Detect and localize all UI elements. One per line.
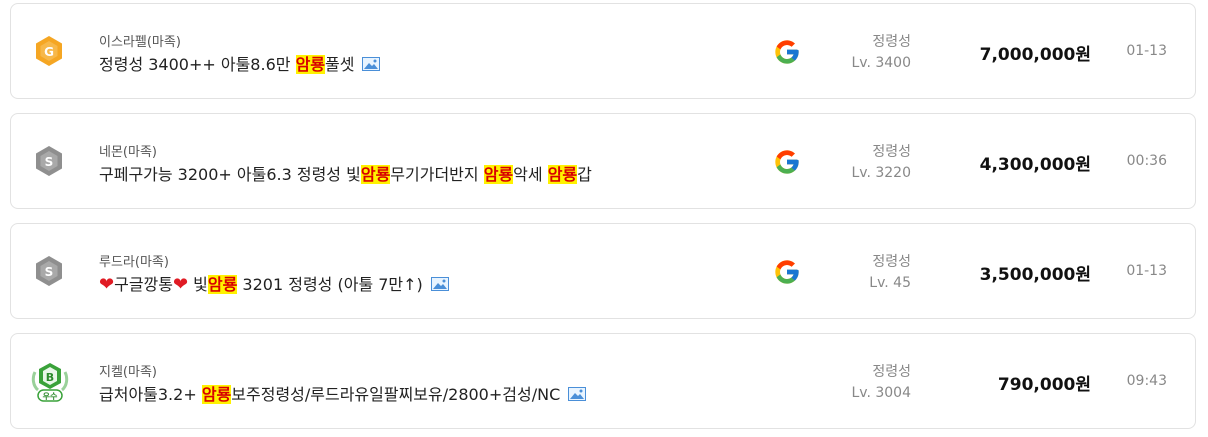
- title-highlight: 암룡: [360, 165, 391, 184]
- server-name: 루드라(마족): [99, 255, 169, 270]
- price: 4,300,000원: [979, 155, 1091, 175]
- badge-letter: S: [45, 155, 54, 169]
- heart-icon: ❤: [172, 274, 189, 295]
- image-attached-icon: [362, 56, 381, 71]
- listing-title[interactable]: 정령성 3400++ 아툴8.6만 암룡풀셋: [99, 51, 381, 75]
- title-text: 정령성 3400++ 아툴8.6만: [99, 55, 296, 74]
- character-level: Lv. 45: [869, 275, 911, 291]
- character-level: Lv. 3220: [851, 165, 911, 181]
- server-name: 이스라펠(마족): [99, 35, 181, 50]
- badge-letter: B: [46, 371, 54, 384]
- price: 7,000,000원: [979, 45, 1091, 65]
- listing-title[interactable]: ❤구글깡통❤ 빛암룡 3201 정령성 (아툴 7만↑): [99, 271, 449, 295]
- server-name: 지켈(마족): [99, 365, 157, 380]
- title-highlight: 암룡: [201, 385, 232, 404]
- title-highlight: 암룡: [547, 165, 578, 184]
- listing-card[interactable]: S 네몬(마족) 구페구가능 3200+ 아툴6.3 정령성 빛암룡무기가더반지…: [10, 113, 1196, 209]
- title-highlight: 암룡: [483, 165, 514, 184]
- character-level: Lv. 3004: [851, 385, 911, 401]
- image-attached-icon: [568, 386, 587, 401]
- title-text: 구글깡통: [114, 275, 173, 294]
- badge-label: 우수: [43, 392, 58, 401]
- character-class: 정령성: [872, 364, 911, 380]
- post-time: 01-13: [1126, 43, 1167, 59]
- title-text: 풀셋: [325, 55, 355, 74]
- title-text: 보주정령성/루드라유일팔찌보유/2800+검성/NC: [231, 385, 561, 404]
- title-highlight: 암룡: [207, 275, 238, 294]
- title-text: 악세: [513, 165, 548, 184]
- title-highlight: 암룡: [295, 55, 326, 74]
- title-text: 3201 정령성 (아툴 7만↑): [237, 275, 423, 294]
- heart-icon: ❤: [99, 274, 115, 295]
- post-time: 09:43: [1126, 373, 1167, 389]
- title-text: 급처아툴3.2+: [99, 385, 202, 404]
- price: 3,500,000원: [979, 265, 1091, 285]
- server-name: 네몬(마족): [99, 145, 157, 160]
- post-time: 00:36: [1126, 153, 1167, 169]
- post-time: 01-13: [1126, 263, 1167, 279]
- gold-grade-badge-icon: G: [31, 33, 67, 69]
- title-text: 무기가더반지: [390, 165, 484, 184]
- google-icon: [773, 38, 801, 66]
- silver-grade-badge-icon: S: [31, 253, 67, 289]
- character-class: 정령성: [872, 254, 911, 270]
- listing-card[interactable]: G 이스라펠(마족) 정령성 3400++ 아툴8.6만 암룡풀셋 정령성 Lv…: [10, 3, 1196, 99]
- green-excellent-badge-icon: B 우수: [31, 360, 69, 402]
- badge-letter: G: [44, 45, 54, 59]
- listing-list: G 이스라펠(마족) 정령성 3400++ 아툴8.6만 암룡풀셋 정령성 Lv…: [0, 0, 1208, 437]
- image-attached-icon: [430, 276, 449, 291]
- title-text: 갑: [577, 165, 592, 184]
- google-icon: [773, 148, 801, 176]
- price: 790,000원: [997, 375, 1091, 395]
- title-text: 구페구가능 3200+ 아툴6.3 정령성 빛: [99, 165, 361, 184]
- listing-title[interactable]: 구페구가능 3200+ 아툴6.3 정령성 빛암룡무기가더반지 암룡악세 암룡갑: [99, 161, 592, 185]
- listing-card[interactable]: B 우수 지켈(마족) 급처아툴3.2+ 암룡보주정령성/루드라유일팔찌보유/2…: [10, 333, 1196, 429]
- character-class: 정령성: [872, 34, 911, 50]
- google-icon: [773, 258, 801, 286]
- silver-grade-badge-icon: S: [31, 143, 67, 179]
- badge-letter: S: [45, 265, 54, 279]
- character-level: Lv. 3400: [851, 55, 911, 71]
- listing-card[interactable]: S 루드라(마족) ❤구글깡통❤ 빛암룡 3201 정령성 (아툴 7만↑) 정…: [10, 223, 1196, 319]
- title-text: 빛: [188, 275, 208, 294]
- listing-title[interactable]: 급처아툴3.2+ 암룡보주정령성/루드라유일팔찌보유/2800+검성/NC: [99, 381, 587, 405]
- character-class: 정령성: [872, 144, 911, 160]
